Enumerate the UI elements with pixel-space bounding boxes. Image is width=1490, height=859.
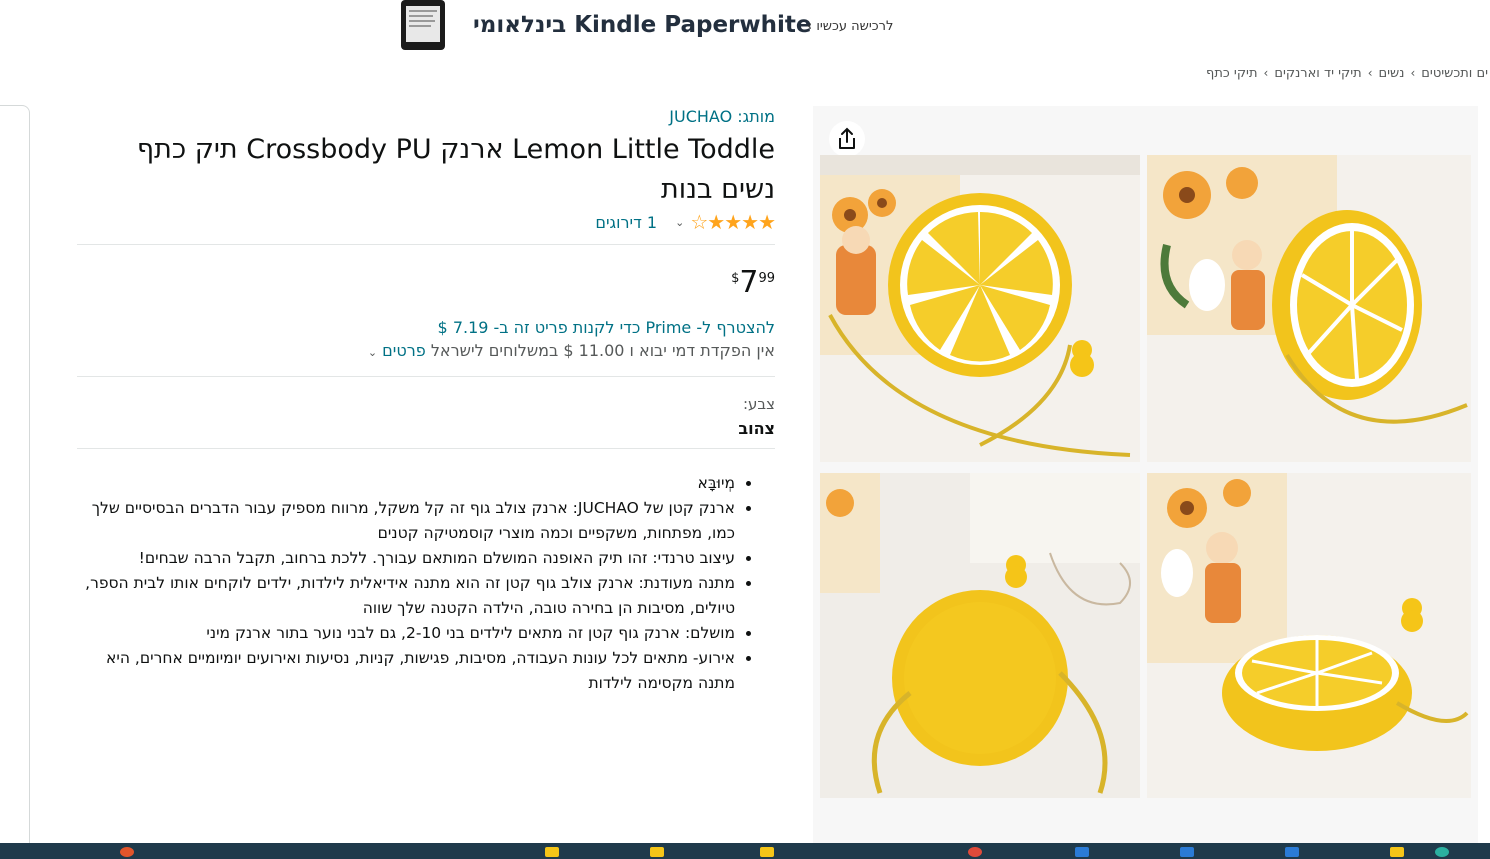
buy-box-edge [0, 105, 30, 859]
product-image[interactable] [820, 473, 1140, 798]
product-page: Kindle Paperwhite בינלאומי לרכישה עכשיו … [0, 0, 1490, 859]
taskbar-app-icon[interactable] [1180, 847, 1194, 857]
shipping-line: אין הפקדת דמי יבוא ו 11.00 $ במשלוחים לי… [77, 341, 775, 360]
lemon-bag-image [1147, 473, 1471, 798]
chevron-down-icon[interactable]: ⌄ [675, 216, 684, 229]
rating-row: ★★★★☆ ⌄ 1 דירוגים [77, 210, 776, 234]
star-rating[interactable]: ★★★★☆ [690, 210, 776, 234]
taskbar-app-icon[interactable] [968, 847, 982, 857]
breadcrumb-separator-icon: › [1263, 66, 1269, 80]
image-gallery [813, 106, 1478, 846]
share-icon [839, 127, 855, 149]
breadcrumb-item[interactable]: נשים [1379, 66, 1405, 81]
taskbar-app-icon[interactable] [760, 847, 774, 857]
star-outline-icon: ☆ [690, 210, 708, 234]
feature-bullet: מתנה מעודנת: ארנק צולב גוף קטן זה הוא מת… [77, 571, 735, 621]
product-image[interactable] [1147, 155, 1471, 462]
price-fraction: 99 [758, 271, 775, 286]
lemon-bag-image [820, 473, 1140, 798]
breadcrumb-separator-icon: › [1410, 66, 1416, 80]
shipping-details-link[interactable]: פרטים [382, 341, 426, 360]
feature-bullet: מושלם: ארנק גוף קטן זה מתאים לילדים בני … [77, 621, 735, 646]
kindle-device-icon [401, 0, 445, 50]
taskbar-app-icon[interactable] [545, 847, 559, 857]
feature-bullet: אירוע- מתאים לכל עונות העבודה, מסיבות, פ… [77, 646, 735, 696]
product-info: מותג: JUCHAO Lemon Little Toddle ארנק Cr… [77, 105, 776, 696]
star-icon: ★ [724, 210, 742, 234]
feature-bullet: עיצוב טרנדי: זהו תיק האופנה המושלם המותא… [77, 546, 735, 571]
price-row: $ 7 99 [77, 267, 775, 303]
price-symbol: $ [731, 271, 740, 286]
breadcrumb-item[interactable]: ים ותכשיטים [1421, 66, 1488, 81]
share-button[interactable] [829, 121, 865, 157]
breadcrumb: ים ותכשיטים › נשים › תיקי יד וארנקים › ת… [1206, 63, 1490, 83]
banner-buy-link[interactable]: לרכישה עכשיו › [807, 19, 893, 34]
breadcrumb-item[interactable]: תיקי כתף [1206, 66, 1257, 81]
taskbar-app-icon[interactable] [650, 847, 664, 857]
product-image[interactable] [1147, 473, 1471, 798]
product-image[interactable] [820, 155, 1140, 462]
product-title: Lemon Little Toddle ארנק Crossbody PU תי… [136, 134, 775, 205]
divider [77, 244, 775, 245]
chevron-down-icon[interactable]: ⌄ [368, 346, 377, 359]
rating-count-link[interactable]: 1 דירוגים [595, 213, 657, 232]
taskbar-app-icon[interactable] [1390, 847, 1404, 857]
taskbar-app-icon[interactable] [1285, 847, 1299, 857]
feature-bullet: ארנק קטן של JUCHAO: ארנק צולב גוף זה קל … [77, 496, 735, 546]
lemon-bag-image [820, 155, 1140, 462]
price: $ 7 99 [731, 267, 775, 299]
star-icon: ★ [707, 210, 725, 234]
taskbar-app-icon[interactable] [120, 847, 134, 857]
taskbar-app-icon[interactable] [1435, 847, 1449, 857]
shipping-text: אין הפקדת דמי יבוא ו 11.00 $ במשלוחים לי… [430, 341, 775, 360]
price-whole: 7 [739, 265, 759, 300]
color-value: צהוב [738, 419, 775, 438]
prime-offer-link[interactable]: להצטרף ל- Prime כדי לקנות פריט זה ב- 7.1… [77, 318, 775, 337]
brand-link[interactable]: מותג: JUCHAO [77, 107, 775, 126]
feature-bullet: מְיוּבָּא [77, 471, 735, 496]
taskbar-app-icon[interactable] [1075, 847, 1089, 857]
color-section: צבע: צהוב [77, 377, 775, 448]
lemon-bag-image [1147, 155, 1471, 462]
feature-bullets: מְיוּבָּא ארנק קטן של JUCHAO: ארנק צולב … [77, 471, 775, 696]
banner-title: Kindle Paperwhite בינלאומי [473, 12, 812, 38]
breadcrumb-item[interactable]: תיקי יד וארנקים [1274, 66, 1361, 81]
breadcrumb-separator-icon: › [1367, 66, 1373, 80]
star-icon: ★ [741, 210, 759, 234]
kindle-banner[interactable]: Kindle Paperwhite בינלאומי לרכישה עכשיו … [395, 0, 915, 55]
star-icon: ★ [758, 210, 776, 234]
color-label: צבע: [742, 395, 775, 413]
os-taskbar [0, 843, 1490, 859]
divider [77, 448, 775, 449]
